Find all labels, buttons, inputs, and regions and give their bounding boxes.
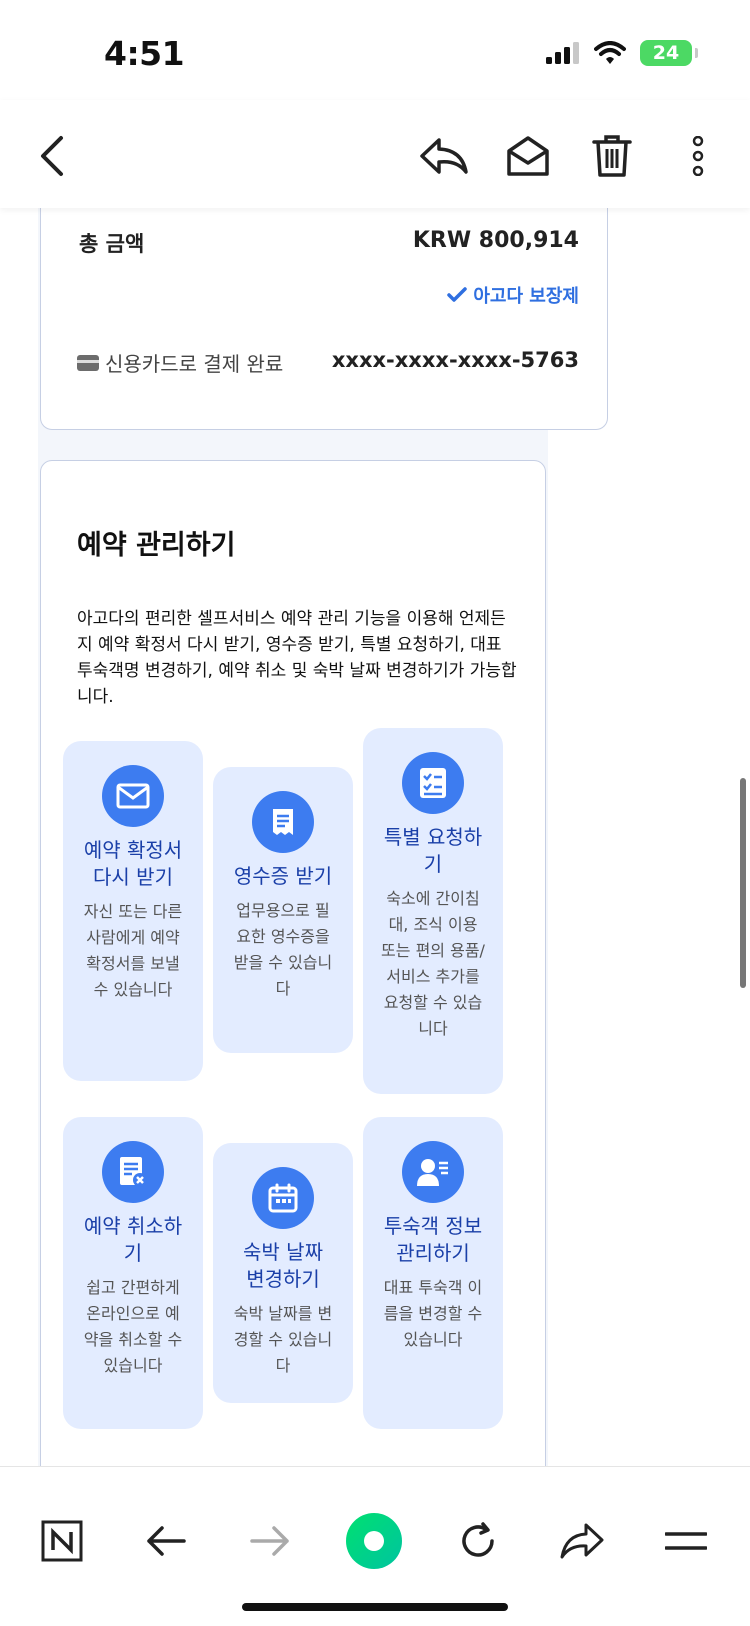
trash-icon [592,135,632,177]
status-bar: 4:51 24 [0,0,750,100]
tile-description: 대표 투숙객 이름을 변경할 수 있습니다 [383,1278,483,1349]
manage-booking-description: 아고다의 편리한 셀프서비스 예약 관리 기능을 이용해 언제든지 예약 확정서… [77,609,517,707]
tile-special-request[interactable]: 특별 요청하기 숙소에 간이침대, 조식 이용 또는 편의 용품/서비스 추가를… [363,728,503,1094]
tile-description: 업무용으로 필요한 영수증을 받을 수 있습니다 [233,901,333,998]
agoda-guarantee-link[interactable]: 아고다 보장제 [447,282,579,308]
status-icons: 24 [546,40,698,66]
browser-bottom-bar [0,1466,750,1626]
battery-level: 24 [652,42,680,64]
total-amount-value: KRW 800,914 [412,228,579,253]
arrow-left-icon [147,1526,186,1556]
share-button[interactable] [552,1511,612,1571]
tile-title: 숙박 날짜 변경하기 [243,1240,323,1291]
more-vertical-icon [692,136,704,176]
arrow-right-icon [250,1526,289,1556]
tile-resend-confirmation[interactable]: 예약 확정서 다시 받기 자신 또는 다른 사람에게 예약 확정서를 보낼 수 … [63,741,203,1081]
tile-change-dates[interactable]: 숙박 날짜 변경하기 숙박 날짜를 변경할 수 있습니다 [213,1143,353,1403]
reply-button[interactable] [416,128,472,184]
total-amount-label: 총 금액 [79,232,145,256]
battery-indicator: 24 [640,40,698,66]
share-arrow-icon [560,1523,604,1559]
cancel-document-icon [102,1141,164,1203]
manage-booking-card: 예약 관리하기 아고다의 편리한 셀프서비스 예약 관리 기능을 이용해 언제든… [40,460,546,1466]
status-time: 4:51 [104,34,185,73]
email-toolbar [0,100,750,208]
reply-icon [420,138,468,174]
envelope-icon [102,765,164,827]
manage-booking-title: 예약 관리하기 [77,530,236,561]
delete-button[interactable] [584,128,640,184]
guest-profile-icon [402,1141,464,1203]
payment-method: 신용카드로 결제 완료 [77,348,283,377]
green-dot-button[interactable] [344,1511,404,1571]
tile-description: 숙소에 간이침대, 조식 이용 또는 편의 용품/서비스 추가를 요청할 수 있… [381,889,485,1038]
browser-forward-button[interactable] [240,1511,300,1571]
card-number: xxxx-xxxx-xxxx-5763 [331,348,579,372]
tile-get-receipt[interactable]: 영수증 받기 업무용으로 필요한 영수증을 받을 수 있습니다 [213,767,353,1053]
tile-title: 예약 취소하기 [83,1214,183,1265]
cellular-signal-icon [546,42,579,64]
tile-title: 영수증 받기 [233,864,333,888]
payment-summary-card: 총 금액 KRW 800,914 아고다 보장제 신용카드로 결제 완료 xxx… [40,208,608,430]
green-dot-icon [346,1513,402,1569]
checklist-icon [402,752,464,814]
chevron-left-icon [41,136,63,176]
reload-icon [462,1522,494,1557]
email-body[interactable]: 총 금액 KRW 800,914 아고다 보장제 신용카드로 결제 완료 xxx… [0,208,750,1466]
tile-description: 숙박 날짜를 변경할 수 있습니다 [233,1304,333,1375]
hamburger-menu-icon [665,1532,707,1550]
tile-cancel-booking[interactable]: 예약 취소하기 쉽고 간편하게 온라인으로 예약을 취소할 수 있습니다 [63,1117,203,1429]
reload-button[interactable] [448,1511,508,1571]
tile-manage-guest-info[interactable]: 투숙객 정보 관리하기 대표 투숙객 이름을 변경할 수 있습니다 [363,1117,503,1429]
payment-method-label: 신용카드로 결제 완료 [105,352,284,376]
mark-unread-button[interactable] [500,128,556,184]
checkmark-icon [447,287,468,302]
calendar-icon [252,1167,314,1229]
credit-card-icon [77,354,99,371]
home-indicator[interactable] [242,1603,508,1611]
scrollbar-thumb[interactable] [740,778,746,988]
envelope-open-icon [507,136,549,176]
tile-title: 투숙객 정보 관리하기 [383,1214,483,1265]
back-button[interactable] [24,128,80,184]
browser-back-button[interactable] [136,1511,196,1571]
receipt-icon [252,791,314,853]
tile-description: 쉽고 간편하게 온라인으로 예약을 취소할 수 있습니다 [83,1278,183,1375]
tile-title: 예약 확정서 다시 받기 [83,838,183,889]
menu-button[interactable] [656,1511,716,1571]
agoda-guarantee-label: 아고다 보장제 [473,286,579,307]
naver-logo-icon [41,1520,83,1562]
more-options-button[interactable] [670,128,726,184]
tile-title: 특별 요청하기 [383,825,483,876]
tile-description: 자신 또는 다른 사람에게 예약 확정서를 보낼 수 있습니다 [83,902,183,999]
naver-home-button[interactable] [32,1511,92,1571]
wifi-icon [594,41,626,64]
